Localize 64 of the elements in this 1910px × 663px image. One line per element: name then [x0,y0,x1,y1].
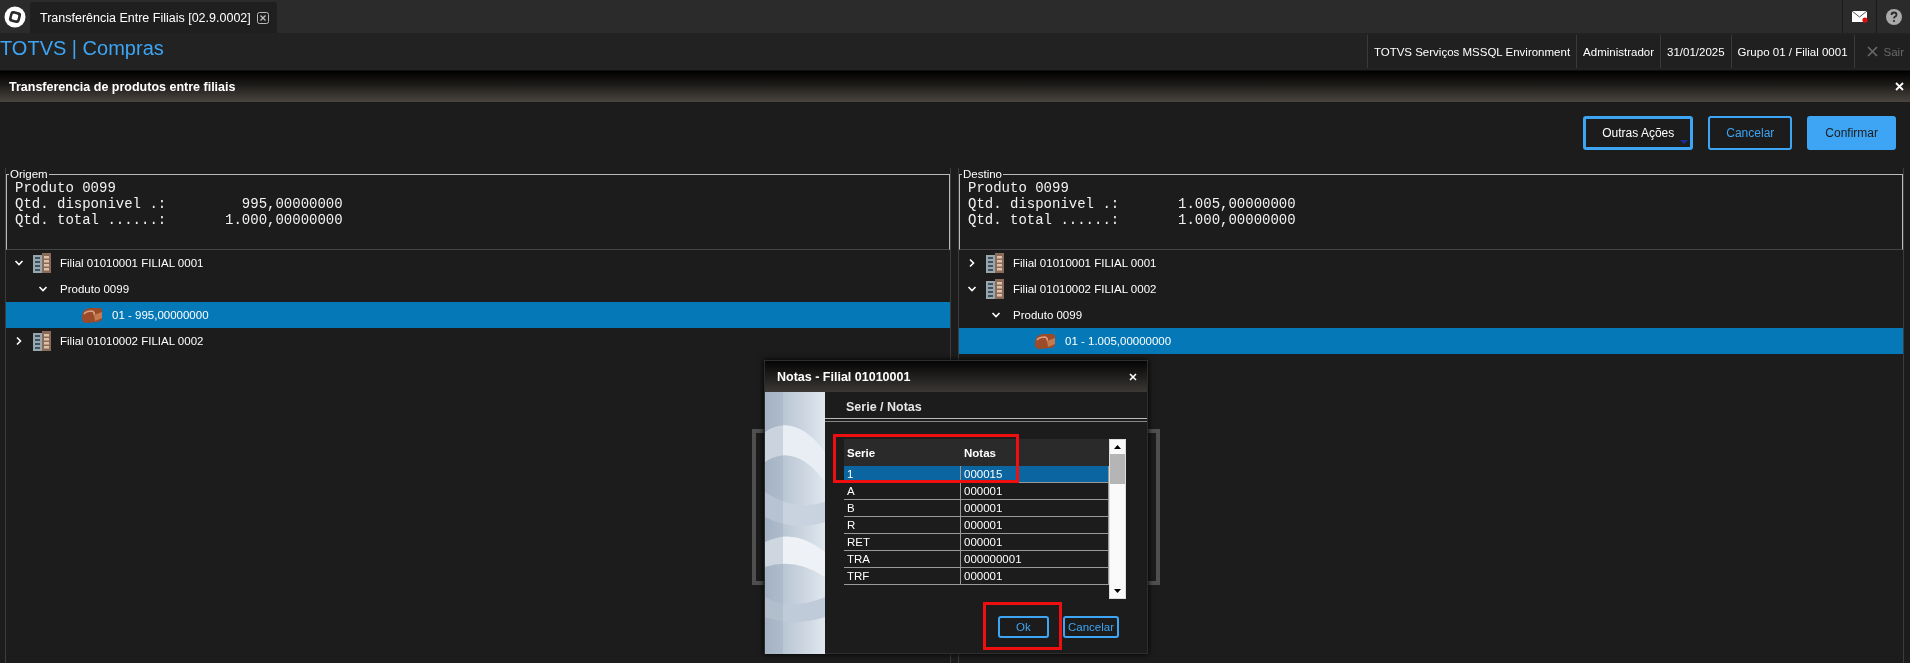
building-icon [32,330,52,352]
close-icon[interactable] [256,11,269,24]
tree-row[interactable]: Filial 01010002 FILIAL 0002 [959,276,1903,302]
info-line: Qtd. disponivel .: 995,00000000 [15,196,344,212]
page-title: Transferencia de produtos entre filiais [9,79,236,94]
dialog-heading: Serie / Notas [845,399,923,416]
info-line: Qtd. disponivel .: 1.005,00000000 [968,196,1297,212]
table-row[interactable]: TRF 000001 [844,568,1109,585]
tree-label: 01 - 1.005,00000000 [1065,335,1172,347]
building-icon [985,278,1005,300]
column-header: Notas [963,446,997,459]
dialog-button[interactable]: Ok [997,616,1049,638]
tree-row[interactable]: Filial 01010002 FILIAL 0002 [6,328,950,354]
app-tab[interactable]: Transferência Entre Filiais [02.9.0002] [30,2,277,33]
action-button[interactable]: Confirmar [1807,116,1896,150]
table-row[interactable]: TRA 000000001 [844,551,1109,568]
help-icon [1885,8,1902,25]
app-brand: TOTVS | Compras [0,37,164,58]
building-icon [985,252,1005,274]
tree-label: Filial 01010002 FILIAL 0002 [60,335,204,347]
table-row[interactable]: B 000001 [844,500,1109,517]
table-cell: 1 [844,466,961,482]
close-icon [1866,46,1878,57]
action-button[interactable]: Outras Ações [1583,116,1694,150]
tree-label: Filial 01010001 FILIAL 0001 [1013,257,1157,269]
mail-icon [1851,10,1868,23]
panel-legend: Origem [9,168,49,180]
tree-row[interactable]: 01 - 995,00000000 [6,302,950,328]
bread-icon [80,306,104,324]
tree-row[interactable]: Produto 0099 [959,302,1903,328]
table-row[interactable]: A 000001 [844,483,1109,500]
table-row[interactable]: R 000001 [844,517,1109,534]
tree-row[interactable]: Filial 01010001 FILIAL 0001 [6,250,950,276]
table-cell: TRF [844,568,961,584]
info-line: Produto 0099 [968,180,1070,196]
dialog-title: Notas - Filial 01010001 [777,369,911,384]
logo-icon [4,5,26,28]
table-cell: B [844,500,961,516]
tree-row[interactable]: 01 - 1.005,00000000 [959,328,1903,354]
tab-title: Transferência Entre Filiais [02.9.0002] [40,10,251,25]
caret-icon [1680,140,1689,144]
column-header: Serie [846,446,877,459]
table-cell: TRA [844,551,961,567]
panel-legend: Destino [962,168,1003,180]
info-line: Qtd. total ......: 1.000,00000000 [15,212,344,228]
table-cell: RET [844,534,961,550]
info-line: Qtd. total ......: 1.000,00000000 [968,212,1297,228]
building-icon [32,252,52,274]
scroll-thumb[interactable] [1110,454,1125,484]
tree-row[interactable]: Filial 01010001 FILIAL 0001 [959,250,1903,276]
table-cell: A [844,483,961,499]
action-button[interactable]: Cancelar [1708,116,1793,150]
bread-icon [1033,332,1057,350]
dialog-button[interactable]: Cancelar [1062,616,1119,638]
tree-row[interactable]: Produto 0099 [6,276,950,302]
tree-label: Filial 01010002 FILIAL 0002 [1013,283,1157,295]
tree-label: Produto 0099 [60,283,130,295]
tree-label: 01 - 995,00000000 [112,309,209,321]
scrollbar[interactable] [1109,439,1126,599]
table-row[interactable]: RET 000001 [844,534,1109,551]
table-cell: R [844,517,961,533]
info-line: Produto 0099 [15,180,117,196]
tree-label: Produto 0099 [1013,309,1083,321]
tree-label: Filial 01010001 FILIAL 0001 [60,257,204,269]
